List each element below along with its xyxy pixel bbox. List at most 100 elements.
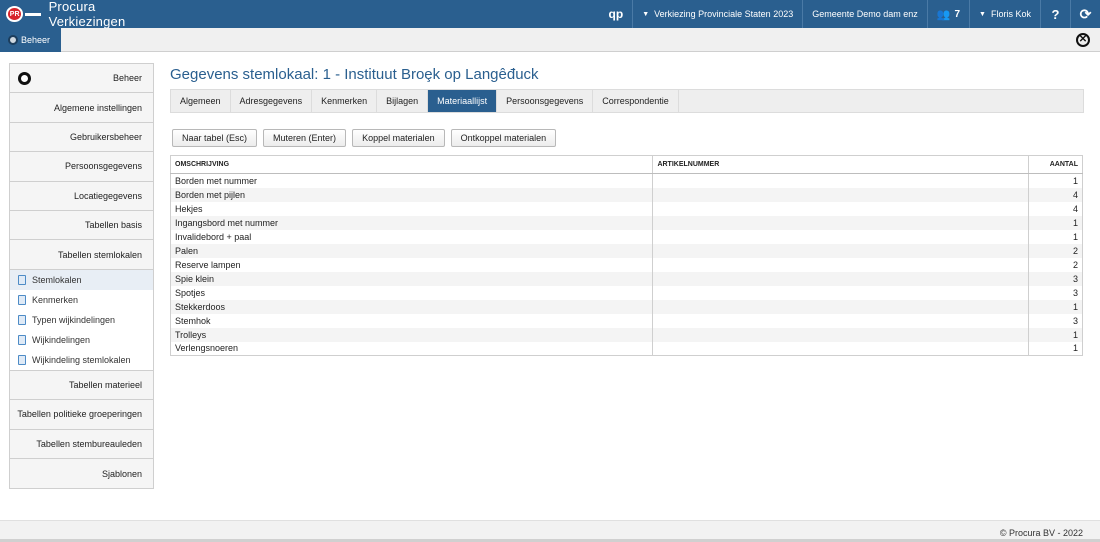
beheer-tab[interactable]: Beheer bbox=[0, 28, 61, 52]
sidebar-item[interactable]: Algemene instellingen bbox=[10, 93, 153, 123]
tab-adresgegevens[interactable]: Adresgegevens bbox=[231, 90, 313, 112]
column-header-omschrijving[interactable]: OMSCHRIJVING bbox=[170, 155, 654, 174]
tab-materiaallijst[interactable]: Materiaallijst bbox=[428, 90, 498, 112]
back-to-table-button[interactable]: Naar tabel (Esc) bbox=[172, 129, 258, 147]
cell-omschrijving: Hekjes bbox=[170, 201, 654, 216]
gear-icon bbox=[18, 71, 31, 85]
cell-aantal: 3 bbox=[1028, 313, 1083, 328]
link-materials-button[interactable]: Koppel materialen bbox=[352, 129, 445, 147]
sidebar-item[interactable]: Persoonsgegevens bbox=[10, 152, 153, 182]
municipality-label: Gemeente Demo dam enz bbox=[812, 9, 918, 19]
close-icon[interactable]: ✕ bbox=[1076, 33, 1090, 47]
column-header-artikelnummer[interactable]: ARTIKELNUMMER bbox=[652, 155, 1030, 174]
main-content: Gegevens stemlokaal: 1 - Instituut Broȩk… bbox=[170, 63, 1084, 356]
logo-badge-icon: PR bbox=[6, 6, 24, 22]
sidebar-item-label: Tabellen basis bbox=[84, 220, 142, 231]
table-row[interactable]: Ingangsbord met nummer 1 bbox=[170, 215, 1083, 230]
sidebar-subitem-label: Wijkindeling stemlokalen bbox=[32, 354, 131, 365]
cell-aantal: 2 bbox=[1028, 243, 1083, 258]
cell-aantal: 2 bbox=[1028, 257, 1083, 272]
unlink-materials-button[interactable]: Ontkoppel materialen bbox=[450, 129, 557, 147]
cell-aantal: 3 bbox=[1028, 271, 1083, 286]
municipality-button[interactable]: Gemeente Demo dam enz bbox=[802, 0, 927, 28]
table-row[interactable]: Borden met pijlen 4 bbox=[170, 187, 1083, 202]
table-row[interactable]: Stekkerdoos 1 bbox=[170, 299, 1083, 314]
document-icon bbox=[18, 354, 26, 365]
table-row[interactable]: Spotjes 3 bbox=[170, 285, 1083, 300]
user-name: Floris Kok bbox=[990, 9, 1031, 19]
top-navigation-bar: PR Procura Verkiezingen qp ▼ Verkiezing … bbox=[0, 0, 1100, 29]
sidebar-item[interactable]: Sjablonen bbox=[10, 458, 153, 489]
sidebar-item[interactable]: Tabellen stembureauleden bbox=[10, 429, 153, 459]
help-button[interactable]: ? bbox=[1040, 0, 1070, 28]
sidebar-item[interactable]: Gebruikersbeheer bbox=[10, 122, 153, 153]
cell-artikelnummer bbox=[652, 173, 1030, 188]
cell-omschrijving: Ingangsbord met nummer bbox=[170, 215, 654, 230]
document-icon bbox=[18, 334, 26, 345]
cell-omschrijving: Borden met pijlen bbox=[170, 187, 654, 202]
logout-button[interactable]: ⟳ bbox=[1070, 0, 1100, 28]
logo-key-icon bbox=[25, 12, 41, 16]
cell-omschrijving: Spie klein bbox=[170, 271, 654, 286]
table-row[interactable]: Verlengsnoeren 1 bbox=[170, 341, 1083, 356]
tab-correspondentie[interactable]: Correspondentie bbox=[593, 90, 679, 112]
user-dropdown[interactable]: ▼ Floris Kok bbox=[969, 0, 1040, 28]
cell-omschrijving: Spotjes bbox=[170, 285, 654, 300]
cell-omschrijving: Verlengsnoeren bbox=[170, 341, 654, 356]
table-row[interactable]: Stemhok 3 bbox=[170, 313, 1083, 328]
cell-artikelnummer bbox=[652, 271, 1030, 286]
cell-omschrijving: Reserve lampen bbox=[170, 257, 654, 272]
app-title: Procura Verkiezingen bbox=[48, 0, 126, 29]
tab-persoonsgegevens[interactable]: Persoonsgegevens bbox=[497, 90, 594, 112]
election-dropdown[interactable]: ▼ Verkiezing Provinciale Staten 2023 bbox=[632, 0, 802, 28]
sidebar-subitem-label: Stemlokalen bbox=[32, 274, 82, 285]
table-row[interactable]: Palen 2 bbox=[170, 243, 1083, 258]
tab-bar: Algemeen Adresgegevens Kenmerken Bijlage… bbox=[170, 89, 1084, 113]
table-row[interactable]: Trolleys 1 bbox=[170, 327, 1083, 342]
election-label: Verkiezing Provinciale Staten 2023 bbox=[654, 9, 794, 19]
table-row[interactable]: Hekjes 4 bbox=[170, 201, 1083, 216]
sidebar-item[interactable]: Tabellen politieke groeperingen bbox=[10, 400, 153, 430]
table-row[interactable]: Reserve lampen 2 bbox=[170, 257, 1083, 272]
flag-icon: qp bbox=[608, 7, 624, 21]
sidebar-subitem[interactable]: Kenmerken bbox=[10, 289, 153, 310]
sidebar-item-label: Gebruikersbeheer bbox=[69, 131, 142, 142]
sidebar-item[interactable]: Tabellen stemlokalen bbox=[10, 240, 153, 270]
page-title: Gegevens stemlokaal: 1 - Instituut Broȩk… bbox=[170, 66, 539, 83]
beheer-tab-label: Beheer bbox=[21, 35, 51, 45]
cell-artikelnummer bbox=[652, 243, 1030, 258]
sidebar-subitem[interactable]: Wijkindeling stemlokalen bbox=[10, 349, 153, 370]
cell-aantal: 1 bbox=[1028, 229, 1083, 244]
cell-artikelnummer bbox=[652, 229, 1030, 244]
sidebar-item[interactable]: Locatiegegevens bbox=[10, 181, 153, 211]
cell-omschrijving: Borden met nummer bbox=[170, 173, 654, 188]
users-button[interactable]: 👥 7 bbox=[926, 0, 969, 28]
table-row[interactable]: Invalidebord + paal 1 bbox=[170, 229, 1083, 244]
sidebar-head[interactable]: Beheer bbox=[10, 64, 153, 94]
sidebar-subitem[interactable]: Typen wijkindelingen bbox=[10, 309, 153, 330]
sidebar: Beheer Algemene instellingen Gebruikersb… bbox=[9, 63, 154, 490]
tab-algemeen[interactable]: Algemeen bbox=[171, 90, 231, 112]
edit-button[interactable]: Muteren (Enter) bbox=[263, 129, 347, 147]
cell-artikelnummer bbox=[652, 215, 1030, 230]
app-logo[interactable]: PR Procura Verkiezingen bbox=[0, 0, 170, 29]
sidebar-subitem[interactable]: Wijkindelingen bbox=[10, 329, 153, 350]
users-count: 7 bbox=[954, 8, 961, 20]
table-header-row: OMSCHRIJVING ARTIKELNUMMER AANTAL bbox=[170, 155, 1083, 174]
sidebar-item[interactable]: Tabellen basis bbox=[10, 210, 153, 241]
sidebar-item[interactable]: Tabellen materieel bbox=[10, 370, 153, 401]
tab-bijlagen[interactable]: Bijlagen bbox=[377, 90, 429, 112]
cell-aantal: 1 bbox=[1028, 341, 1083, 356]
cell-aantal: 1 bbox=[1028, 173, 1083, 188]
column-header-aantal[interactable]: AANTAL bbox=[1028, 155, 1083, 174]
sidebar-subitem-stemlokalen[interactable]: Stemlokalen bbox=[10, 269, 153, 290]
table-row[interactable]: Spie klein 3 bbox=[170, 271, 1083, 286]
sidebar-item-label: Tabellen stemlokalen bbox=[57, 249, 142, 260]
sidebar-subitem-label: Wijkindelingen bbox=[32, 334, 91, 345]
table-row[interactable]: Borden met nummer 1 bbox=[170, 173, 1083, 188]
flag-button[interactable]: qp bbox=[600, 0, 633, 28]
tab-kenmerken[interactable]: Kenmerken bbox=[312, 90, 378, 112]
cell-artikelnummer bbox=[652, 313, 1030, 328]
sidebar-item-label: Algemene instellingen bbox=[53, 102, 142, 113]
users-icon: 👥 bbox=[936, 8, 951, 21]
